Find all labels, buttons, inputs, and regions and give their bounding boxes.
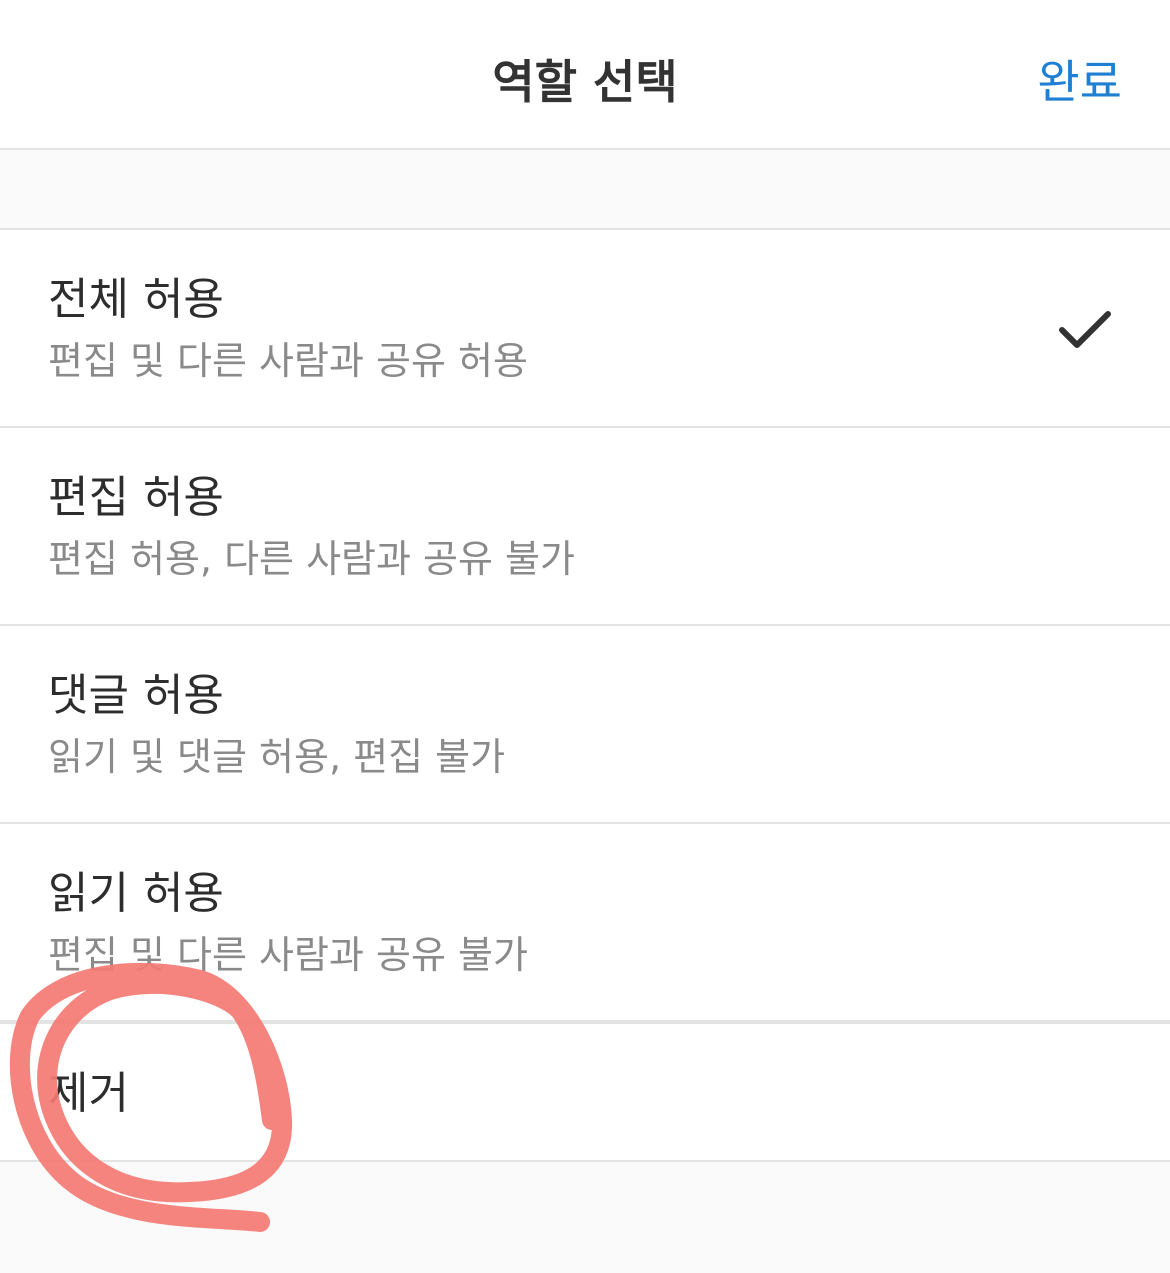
role-description: 편집 허용, 다른 사람과 공유 불가 [48, 537, 575, 581]
role-title: 댓글 허용 [48, 670, 224, 721]
role-title: 전체 허용 [48, 274, 224, 325]
role-description: 편집 및 다른 사람과 공유 허용 [48, 339, 528, 383]
role-option-edit[interactable]: 편집 허용 편집 허용, 다른 사람과 공유 불가 [0, 428, 1170, 626]
role-option-comment[interactable]: 댓글 허용 읽기 및 댓글 허용, 편집 불가 [0, 626, 1170, 824]
role-list: 전체 허용 편집 및 다른 사람과 공유 허용 편집 허용 편집 허용, 다른 … [0, 230, 1170, 1022]
page-title: 역할 선택 [492, 55, 678, 109]
remove-label: 제거 [48, 1068, 129, 1119]
role-option-read[interactable]: 읽기 허용 편집 및 다른 사람과 공유 불가 [0, 824, 1170, 1022]
done-button[interactable]: 완료 [1037, 50, 1122, 114]
role-description: 읽기 및 댓글 허용, 편집 불가 [48, 735, 506, 779]
role-title: 읽기 허용 [48, 868, 224, 919]
role-description: 편집 및 다른 사람과 공유 불가 [48, 933, 528, 977]
role-option-full-access[interactable]: 전체 허용 편집 및 다른 사람과 공유 허용 [0, 230, 1170, 428]
role-title: 편집 허용 [48, 472, 224, 523]
remove-option[interactable]: 제거 [0, 1022, 1170, 1162]
top-bar: 역할 선택 완료 [0, 0, 1170, 150]
section-spacer [0, 150, 1170, 230]
checkmark-icon [1059, 311, 1111, 348]
